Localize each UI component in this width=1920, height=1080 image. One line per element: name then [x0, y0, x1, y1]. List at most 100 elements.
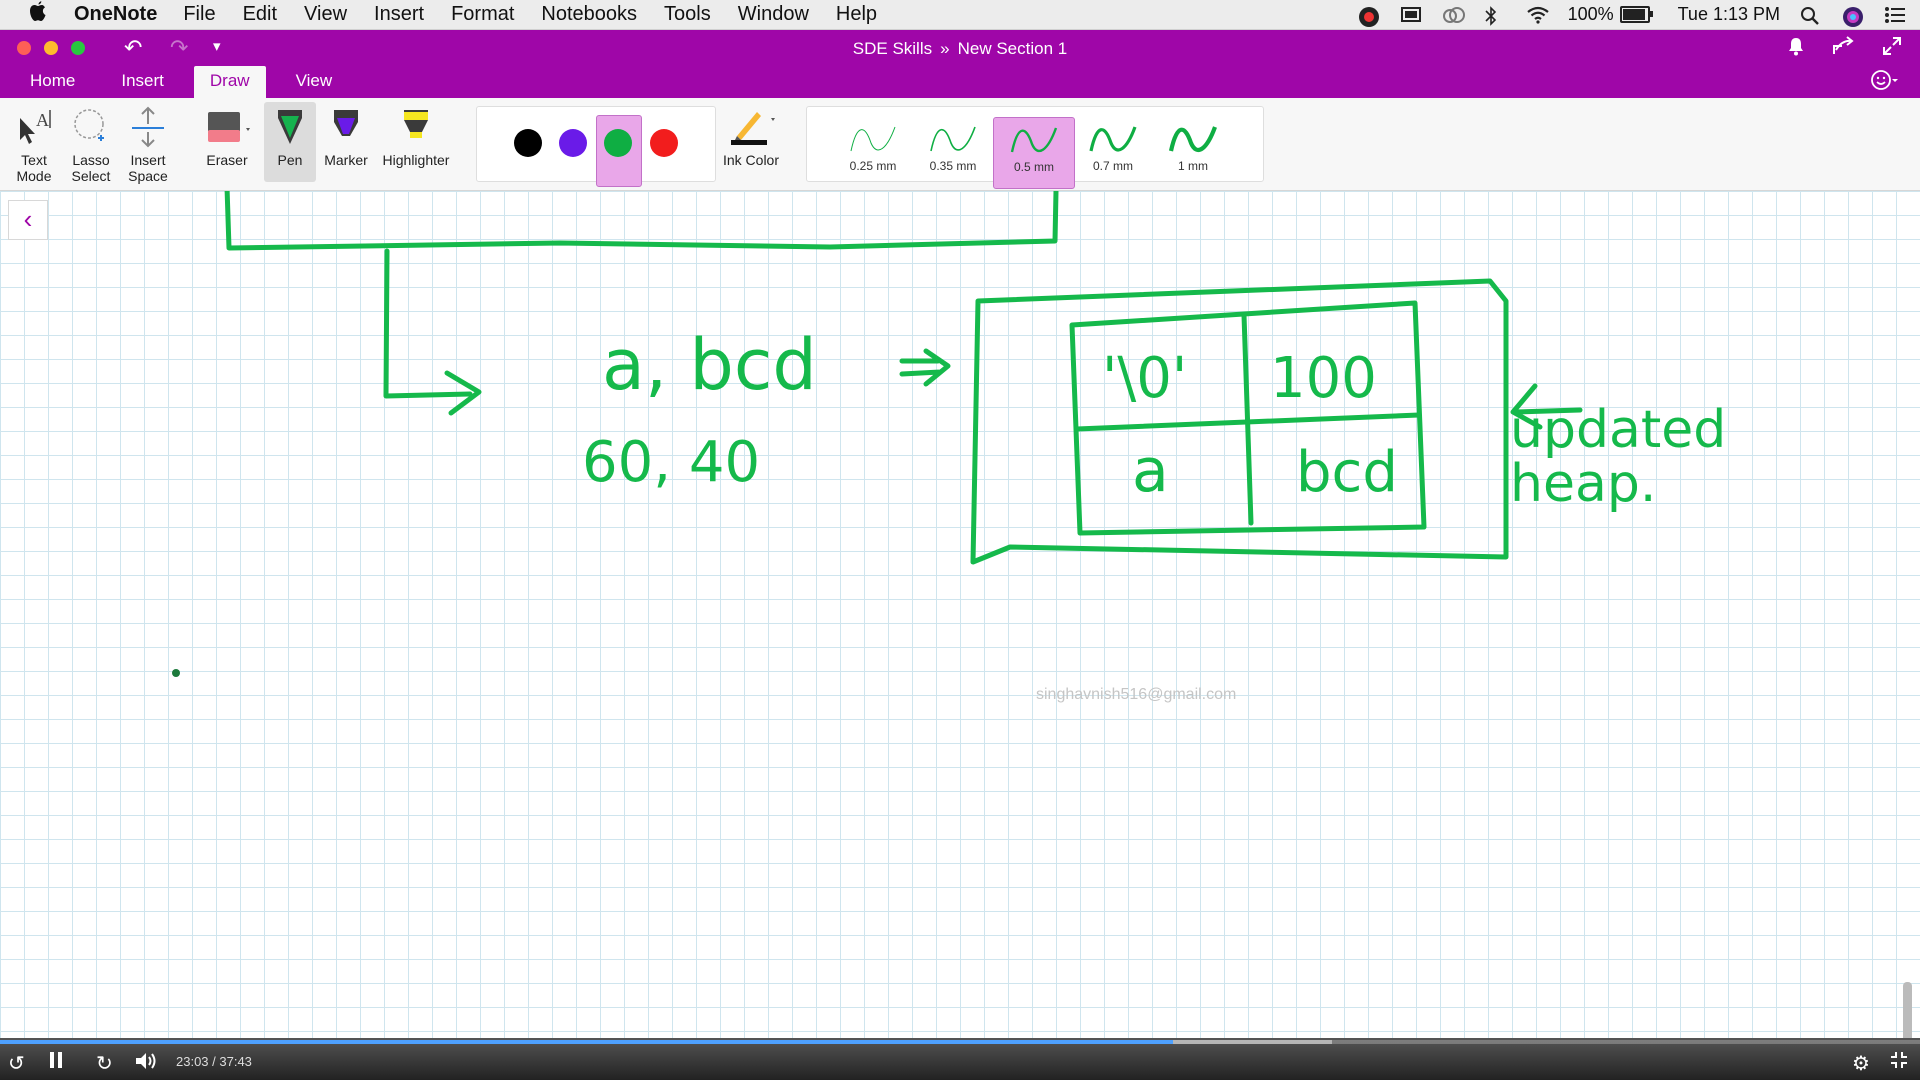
tab-draw[interactable]: Draw: [193, 66, 266, 98]
window-title: SDE Skills » New Section 1: [0, 39, 1920, 59]
spotlight-search-icon[interactable]: [1800, 6, 1822, 25]
ink-implies-arrow: [899, 348, 951, 387]
color-swatch-black[interactable]: [514, 129, 542, 157]
tab-view[interactable]: View: [280, 66, 349, 98]
text-mode-label: Text Mode: [16, 152, 52, 184]
thickness-label: 0.35 mm: [929, 159, 977, 173]
thickness-label: 0.5 mm: [1013, 160, 1054, 174]
color-palette: [476, 106, 716, 187]
ink-color-button[interactable]: Ink Color: [718, 106, 784, 168]
thickness-0-35mm[interactable]: 0.35 mm: [913, 117, 993, 187]
battery-percent: 100%: [1567, 4, 1614, 24]
screen-mirror-icon[interactable]: [1400, 6, 1422, 24]
highlighter-icon: [376, 106, 456, 148]
title-bar-actions: [1788, 36, 1902, 62]
thickness-0-25mm[interactable]: 0.25 mm: [833, 117, 913, 187]
ink-cell-bcd: bcd: [1296, 440, 1398, 505]
insert-space-label: Insert Space: [128, 152, 168, 184]
color-swatch-green[interactable]: [604, 129, 632, 157]
thickness-label: 0.7 mm: [1092, 159, 1133, 173]
stroke-preview-icon: [1089, 126, 1137, 152]
ink-bracket: [224, 191, 1059, 251]
ink-dot: [172, 669, 180, 677]
battery-status[interactable]: 100%: [1567, 4, 1653, 25]
menu-window[interactable]: Window: [738, 3, 809, 26]
wifi-icon[interactable]: [1526, 6, 1549, 24]
stroke-preview-icon: [1168, 126, 1217, 152]
insert-space-button[interactable]: Insert Space: [122, 106, 174, 184]
highlighter-button[interactable]: Highlighter: [376, 106, 456, 168]
bluetooth-icon[interactable]: [1484, 5, 1506, 26]
apple-menu-icon[interactable]: [28, 0, 52, 29]
pause-icon[interactable]: [48, 1051, 64, 1075]
text-mode-button[interactable]: A Text Mode: [10, 106, 58, 184]
ink-note: updated heap.: [1510, 403, 1726, 511]
stroke-preview-icon: [850, 126, 896, 152]
title-separator: »: [940, 39, 950, 58]
vertical-scrollbar[interactable]: [1903, 982, 1912, 1042]
marker-button[interactable]: Marker: [320, 106, 372, 168]
window-title-bar: ↶ ↷ ▾ SDE Skills» New Section 1: [0, 30, 1920, 66]
pen-button[interactable]: Pen: [264, 102, 316, 182]
exit-fullscreen-icon[interactable]: [1890, 1051, 1908, 1075]
pen-icon: [264, 106, 316, 148]
menubar-clock[interactable]: Tue 1:13 PM: [1678, 4, 1780, 25]
menu-edit[interactable]: Edit: [243, 3, 277, 26]
ink-text-pair: a, bcd: [602, 324, 817, 406]
ink-cell-100: 100: [1270, 346, 1377, 411]
color-swatch-red[interactable]: [650, 129, 678, 157]
share-icon[interactable]: [1832, 36, 1854, 62]
eraser-button[interactable]: Eraser: [198, 106, 256, 168]
thickness-0-7mm[interactable]: 0.7 mm: [1073, 117, 1153, 187]
tab-insert[interactable]: Insert: [105, 66, 180, 98]
menu-format[interactable]: Format: [451, 3, 514, 26]
tab-home[interactable]: Home: [14, 66, 91, 98]
video-controls: [0, 1038, 1920, 1080]
menu-tools[interactable]: Tools: [664, 3, 711, 26]
thickness-label: 0.25 mm: [849, 159, 897, 173]
ink-layer: a, bcd 60, 40 '\0' 100 a bcd updated hea…: [172, 191, 1726, 677]
cloud-icon[interactable]: [1442, 6, 1465, 24]
notifications-icon[interactable]: [1788, 36, 1804, 62]
ink-cell-null: '\0': [1102, 346, 1187, 411]
thickness-1mm[interactable]: 1 mm: [1153, 117, 1233, 187]
video-time: 23:03 / 37:43: [176, 1054, 252, 1069]
thickness-0-5mm[interactable]: 0.5 mm: [993, 117, 1075, 189]
menu-help[interactable]: Help: [836, 3, 877, 26]
stroke-preview-icon: [930, 126, 976, 152]
stroke-preview-icon: [1010, 127, 1058, 153]
battery-icon: [1619, 6, 1653, 23]
ink-arrow-line: [383, 248, 473, 399]
menu-notebooks[interactable]: Notebooks: [541, 3, 637, 26]
video-progress-bar[interactable]: [0, 1040, 1920, 1044]
lasso-select-button[interactable]: Lasso Select: [66, 106, 116, 184]
ink-color-icon: [718, 106, 784, 148]
volume-icon[interactable]: [134, 1051, 158, 1077]
menu-bar: OneNote File Edit View Insert Format Not…: [0, 0, 1920, 30]
lasso-select-label: Lasso Select: [71, 152, 111, 184]
skip-forward-icon[interactable]: ↻: [96, 1051, 113, 1076]
siri-icon[interactable]: [1842, 6, 1864, 27]
color-swatch-purple[interactable]: [559, 129, 587, 157]
ribbon-tabs: Home Insert Draw View: [0, 66, 1920, 98]
replay-icon[interactable]: ↺: [8, 1051, 25, 1076]
ink-table-vline: [1241, 312, 1254, 526]
notification-center-icon[interactable]: [1884, 6, 1906, 24]
menu-view[interactable]: View: [304, 3, 347, 26]
marker-icon: [320, 106, 372, 148]
eraser-icon: [198, 106, 256, 148]
section-name: New Section 1: [957, 39, 1068, 58]
menu-file[interactable]: File: [183, 3, 215, 26]
fullscreen-icon[interactable]: [1882, 36, 1902, 62]
video-played: [0, 1040, 1174, 1044]
notebook-name: SDE Skills: [852, 39, 933, 58]
feedback-smiley-icon[interactable]: [1870, 69, 1898, 97]
ink-color-label: Ink Color: [722, 152, 780, 168]
svg-text:A: A: [36, 110, 49, 130]
thickness-label: 1 mm: [1178, 159, 1208, 173]
menu-insert[interactable]: Insert: [374, 3, 424, 26]
insert-space-icon: [122, 106, 174, 148]
status-app-icon[interactable]: [1358, 6, 1380, 27]
app-menu[interactable]: OneNote: [74, 3, 157, 26]
settings-gear-icon[interactable]: ⚙: [1852, 1051, 1870, 1076]
